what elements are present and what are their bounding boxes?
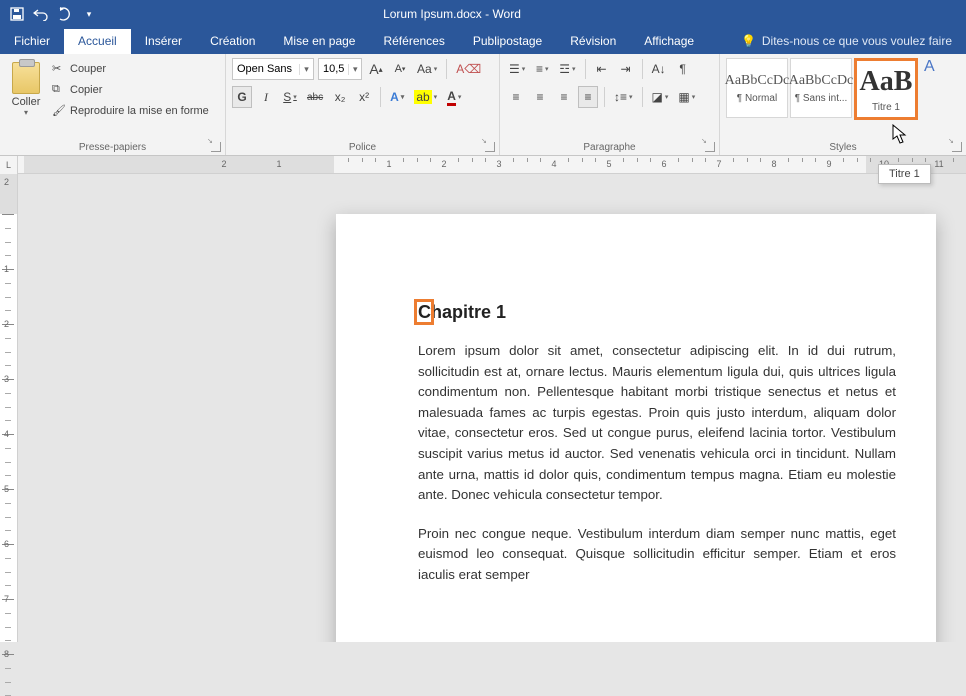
- doc-paragraph-1[interactable]: Lorem ipsum dolor sit amet, consectetur …: [418, 341, 896, 506]
- tab-layout[interactable]: Mise en page: [269, 29, 369, 54]
- increase-indent-icon[interactable]: ⇥: [616, 58, 636, 80]
- text-effects-button[interactable]: A▾: [387, 86, 407, 108]
- superscript-button[interactable]: x²: [354, 86, 374, 108]
- style-tooltip: Titre 1: [878, 164, 931, 184]
- clipboard-launcher-icon[interactable]: [211, 142, 221, 152]
- subscript-button[interactable]: x₂: [330, 86, 350, 108]
- ribbon: Coller ▾ ✂ Couper ⧉ Copier 🖌 Reproduire la …: [0, 54, 966, 156]
- bold-button[interactable]: G: [232, 86, 252, 108]
- tell-me[interactable]: 💡 Dites-nous ce que vous voulez faire: [727, 29, 966, 54]
- chevron-down-icon[interactable]: ▾: [299, 64, 313, 75]
- tab-review[interactable]: Révision: [556, 29, 630, 54]
- highlight-button[interactable]: ab▾: [411, 86, 440, 108]
- tab-mailings[interactable]: Publipostage: [459, 29, 556, 54]
- document-page[interactable]: Chapitre 1 Lorem ipsum dolor sit amet, c…: [336, 214, 936, 642]
- save-icon[interactable]: [8, 5, 26, 23]
- align-left-icon[interactable]: ≡: [506, 86, 526, 108]
- group-clipboard: Coller ▾ ✂ Couper ⧉ Copier 🖌 Reproduire la …: [0, 54, 226, 155]
- decrease-font-icon[interactable]: A▾: [390, 58, 410, 80]
- format-painter-label: Reproduire la mise en forme: [70, 105, 209, 117]
- paste-more-icon[interactable]: ▾: [24, 108, 28, 117]
- vertical-ruler[interactable]: 123456782: [0, 174, 18, 642]
- font-size-combo[interactable]: 10,5▾: [318, 58, 362, 80]
- group-clipboard-label: Presse-papiers: [0, 140, 225, 155]
- doc-heading[interactable]: Chapitre 1: [418, 302, 506, 323]
- strike-button[interactable]: abc: [304, 86, 326, 108]
- ruler-corner[interactable]: L: [0, 156, 18, 174]
- group-styles: AaBbCcDc¶ Normal AaBbCcDc¶ Sans int... A…: [720, 54, 966, 155]
- paste-label: Coller: [12, 96, 41, 108]
- clipboard-paste-icon: [12, 62, 40, 94]
- text-cursor-highlight: [414, 299, 434, 325]
- increase-font-icon[interactable]: A▴: [366, 58, 386, 80]
- tab-insert[interactable]: Insérer: [131, 29, 196, 54]
- ribbon-tab-bar: Fichier Accueil Insérer Création Mise en…: [0, 28, 966, 54]
- cut-button[interactable]: ✂ Couper: [48, 60, 213, 78]
- group-paragraph-label: Paragraphe: [500, 140, 719, 155]
- copy-button[interactable]: ⧉ Copier: [48, 81, 213, 99]
- group-paragraph: ☰▾ ≡▾ ☲▾ ⇤ ⇥ A↓ ¶ ≡ ≡ ≡ ≡ ↕≡▾ ◪▾ ▦▾: [500, 54, 720, 155]
- font-name-combo[interactable]: Open Sans▾: [232, 58, 314, 80]
- window-title: Lorum Ipsum.docx - Word: [98, 7, 806, 21]
- styles-launcher-icon[interactable]: [952, 142, 962, 152]
- italic-button[interactable]: I: [256, 86, 276, 108]
- copy-label: Copier: [70, 84, 102, 96]
- tab-references[interactable]: Références: [369, 29, 458, 54]
- group-styles-label: Styles: [720, 140, 966, 155]
- group-font: Open Sans▾ 10,5▾ A▴ A▾ Aa▾ A⌫ G I S▾ abc…: [226, 54, 500, 155]
- pilcrow-icon[interactable]: ¶: [673, 58, 693, 80]
- horizontal-ruler[interactable]: L 123456789101121: [0, 156, 966, 174]
- numbering-button[interactable]: ≡▾: [532, 58, 552, 80]
- tab-view[interactable]: Affichage: [630, 29, 708, 54]
- group-font-label: Police: [226, 140, 499, 155]
- title-bar: ▾ Lorum Ipsum.docx - Word: [0, 0, 966, 28]
- lightbulb-icon: 💡: [741, 34, 756, 48]
- align-center-icon[interactable]: ≡: [530, 86, 550, 108]
- bullets-button[interactable]: ☰▾: [506, 58, 528, 80]
- tab-design[interactable]: Création: [196, 29, 269, 54]
- line-spacing-button[interactable]: ↕≡▾: [611, 86, 636, 108]
- sort-button[interactable]: A↓: [649, 58, 669, 80]
- shading-button[interactable]: ◪▾: [649, 86, 672, 108]
- paragraph-launcher-icon[interactable]: [705, 142, 715, 152]
- quick-access-toolbar: ▾: [0, 5, 98, 23]
- paste-button[interactable]: Coller ▾: [6, 58, 46, 140]
- document-canvas[interactable]: Chapitre 1 Lorem ipsum dolor sit amet, c…: [18, 174, 966, 642]
- style-title1[interactable]: AaBTitre 1: [854, 58, 918, 120]
- font-launcher-icon[interactable]: [485, 142, 495, 152]
- change-case-button[interactable]: Aa▾: [414, 58, 440, 80]
- copy-icon: ⧉: [52, 83, 66, 97]
- redo-icon[interactable]: [56, 5, 74, 23]
- underline-button[interactable]: S▾: [280, 86, 300, 108]
- justify-icon[interactable]: ≡: [578, 86, 598, 108]
- cut-label: Couper: [70, 63, 106, 75]
- mouse-cursor-icon: [892, 124, 910, 146]
- tab-home[interactable]: Accueil: [64, 29, 131, 54]
- chevron-down-icon[interactable]: ▾: [348, 64, 361, 75]
- tell-me-label: Dites-nous ce que vous voulez faire: [762, 34, 952, 48]
- borders-button[interactable]: ▦▾: [675, 86, 698, 108]
- undo-icon[interactable]: [32, 5, 50, 23]
- qat-more-icon[interactable]: ▾: [80, 5, 98, 23]
- format-painter-button[interactable]: 🖌 Reproduire la mise en forme: [48, 102, 213, 120]
- brush-icon: 🖌: [52, 104, 66, 118]
- style-no-spacing[interactable]: AaBbCcDc¶ Sans int...: [790, 58, 852, 118]
- align-right-icon[interactable]: ≡: [554, 86, 574, 108]
- font-color-button[interactable]: A▾: [444, 86, 464, 108]
- doc-paragraph-2[interactable]: Proin nec congue neque. Vestibulum inter…: [418, 524, 896, 586]
- scissors-icon: ✂: [52, 62, 66, 76]
- tab-file[interactable]: Fichier: [0, 29, 64, 54]
- clear-format-icon[interactable]: A⌫: [453, 58, 484, 80]
- decrease-indent-icon[interactable]: ⇤: [592, 58, 612, 80]
- styles-more-icon[interactable]: A: [920, 58, 938, 140]
- style-normal[interactable]: AaBbCcDc¶ Normal: [726, 58, 788, 118]
- multilevel-button[interactable]: ☲▾: [556, 58, 578, 80]
